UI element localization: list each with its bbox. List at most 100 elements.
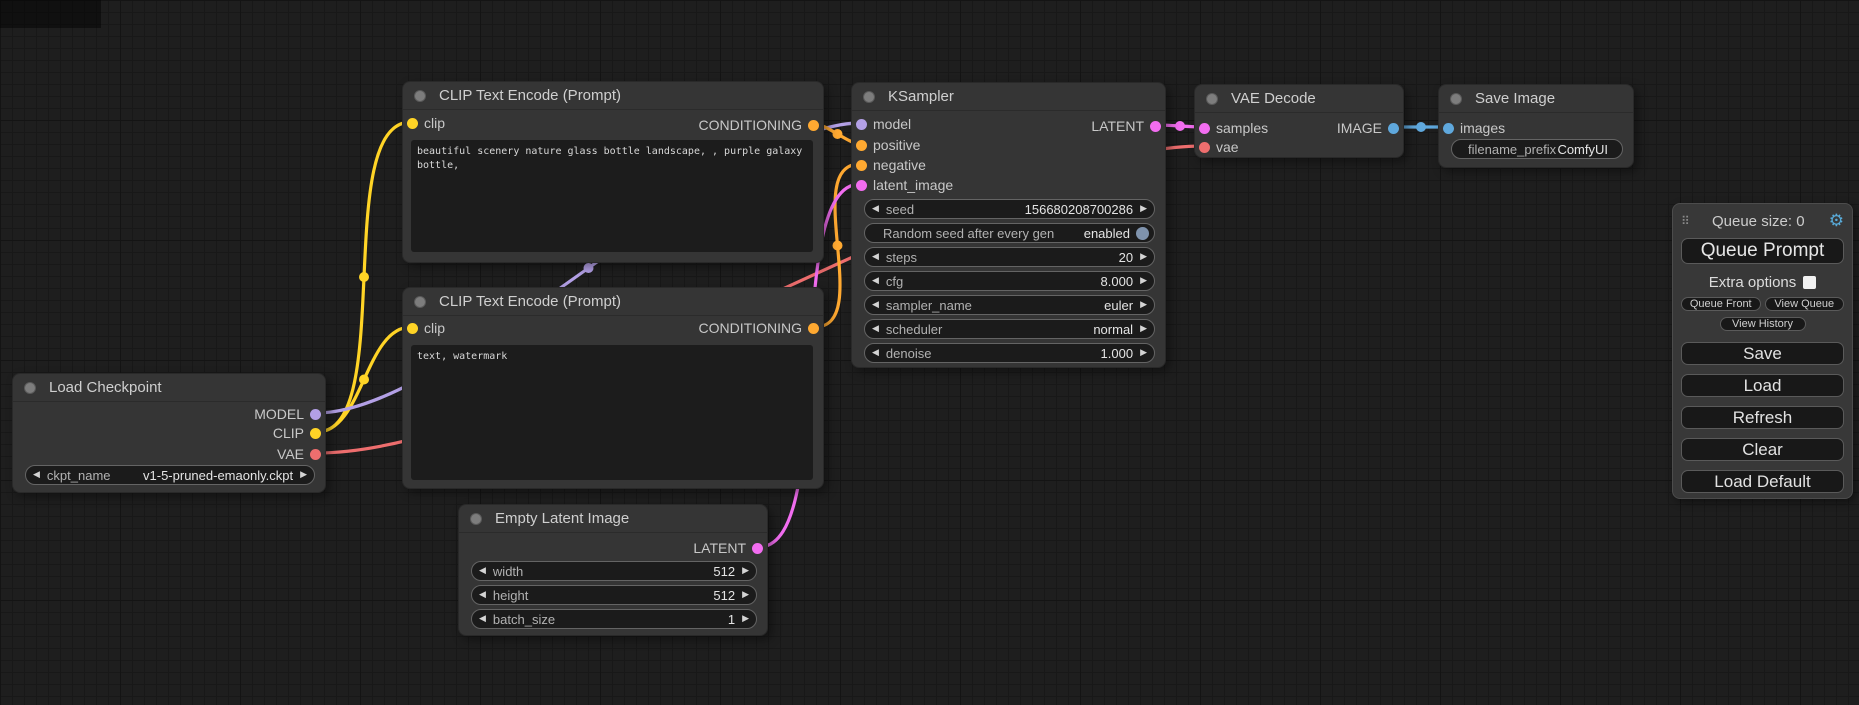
widget-random-seed-after-every-gen[interactable]: Random seed after every genenabled (864, 223, 1155, 243)
widget-value: ComfyUI (1557, 142, 1622, 157)
output-dot-latent[interactable] (752, 543, 763, 554)
queue-panel: ⠿ Queue size: 0 ⚙ Queue Prompt Extra opt… (1672, 203, 1853, 499)
widget-batch_size[interactable]: ◀batch_size1▶ (471, 609, 757, 629)
widget-value: 20 (1119, 250, 1133, 265)
widget-steps[interactable]: ◀steps20▶ (864, 247, 1155, 267)
increment-arrow-icon[interactable]: ▶ (1133, 272, 1154, 290)
output-label: VAE (277, 446, 304, 462)
widget-value: 512 (713, 564, 735, 579)
output-slot-image: IMAGE (1223, 119, 1403, 137)
node-vae-decode[interactable]: VAE DecodesamplesvaeIMAGE (1194, 84, 1404, 158)
collapse-dot-icon[interactable] (414, 90, 426, 102)
input-dot-vae[interactable] (1199, 142, 1210, 153)
gear-icon[interactable]: ⚙ (1829, 213, 1844, 230)
widget-height[interactable]: ◀height512▶ (471, 585, 757, 605)
clear-button[interactable]: Clear (1681, 438, 1844, 461)
node-ksampler[interactable]: KSamplermodelpositivenegativelatent_imag… (851, 82, 1166, 368)
input-dot-positive[interactable] (856, 140, 867, 151)
view-queue-button[interactable]: View Queue (1765, 297, 1845, 311)
decrement-arrow-icon[interactable]: ◀ (472, 562, 493, 580)
output-dot-model[interactable] (310, 409, 321, 420)
increment-arrow-icon[interactable]: ▶ (1133, 320, 1154, 338)
input-dot-clip[interactable] (407, 323, 418, 334)
collapse-dot-icon[interactable] (24, 382, 36, 394)
node-graph-canvas[interactable]: Load CheckpointMODELCLIPVAE◀ckpt_namev1-… (0, 0, 1859, 705)
input-dot-model[interactable] (856, 119, 867, 130)
node-title-label: CLIP Text Encode (Prompt) (439, 293, 621, 310)
node-clip-text-encode-positive[interactable]: CLIP Text Encode (Prompt)clipCONDITIONIN… (402, 81, 824, 263)
refresh-button[interactable]: Refresh (1681, 406, 1844, 429)
drag-handle-icon[interactable]: ⠿ (1681, 214, 1688, 228)
save-button[interactable]: Save (1681, 342, 1844, 365)
decrement-arrow-icon[interactable]: ◀ (865, 200, 886, 218)
output-label: LATENT (693, 540, 746, 556)
output-dot-clip[interactable] (310, 428, 321, 439)
decrement-arrow-icon[interactable]: ◀ (865, 320, 886, 338)
decrement-arrow-icon[interactable]: ◀ (865, 344, 886, 362)
view-history-button[interactable]: View History (1720, 317, 1806, 331)
wire-midpoint-dot (359, 272, 369, 282)
collapse-dot-icon[interactable] (1206, 93, 1218, 105)
increment-arrow-icon[interactable]: ▶ (1133, 200, 1154, 218)
node-title: Load Checkpoint (13, 374, 325, 402)
output-slot-vae: VAE (145, 445, 325, 463)
increment-arrow-icon[interactable]: ▶ (1133, 248, 1154, 266)
decrement-arrow-icon[interactable]: ◀ (472, 610, 493, 628)
widget-cfg[interactable]: ◀cfg8.000▶ (864, 271, 1155, 291)
node-save-image[interactable]: Save Imageimagesfilename_prefixComfyUI (1438, 84, 1634, 168)
decrement-arrow-icon[interactable]: ◀ (472, 586, 493, 604)
decrement-arrow-icon[interactable]: ◀ (865, 272, 886, 290)
load-button[interactable]: Load (1681, 374, 1844, 397)
node-load-checkpoint[interactable]: Load CheckpointMODELCLIPVAE◀ckpt_namev1-… (12, 373, 326, 493)
increment-arrow-icon[interactable]: ▶ (1133, 296, 1154, 314)
collapse-dot-icon[interactable] (414, 296, 426, 308)
output-dot-image[interactable] (1388, 123, 1399, 134)
output-dot-conditioning[interactable] (808, 120, 819, 131)
increment-arrow-icon[interactable]: ▶ (293, 466, 314, 484)
collapse-dot-icon[interactable] (1450, 93, 1462, 105)
output-dot-latent[interactable] (1150, 121, 1161, 132)
queue-size-label: Queue size: 0 (1688, 213, 1829, 230)
queue-prompt-button[interactable]: Queue Prompt (1681, 238, 1844, 264)
input-dot-clip[interactable] (407, 118, 418, 129)
prompt-text-area[interactable]: beautiful scenery nature glass bottle la… (411, 140, 813, 252)
output-dot-conditioning[interactable] (808, 323, 819, 334)
decrement-arrow-icon[interactable]: ◀ (865, 296, 886, 314)
input-dot-images[interactable] (1443, 123, 1454, 134)
toggle-dot[interactable] (1136, 227, 1149, 240)
widget-value: 512 (713, 588, 735, 603)
increment-arrow-icon[interactable]: ▶ (735, 586, 756, 604)
input-dot-latent_image[interactable] (856, 180, 867, 191)
increment-arrow-icon[interactable]: ▶ (735, 610, 756, 628)
wire-midpoint-dot (359, 375, 369, 385)
widget-filename_prefix[interactable]: filename_prefixComfyUI (1451, 139, 1623, 159)
output-slot-latent: LATENT (587, 539, 767, 557)
load-default-button[interactable]: Load Default (1681, 470, 1844, 493)
widget-denoise[interactable]: ◀denoise1.000▶ (864, 343, 1155, 363)
input-label: latent_image (873, 177, 953, 193)
queue-front-button[interactable]: Queue Front (1681, 297, 1761, 311)
output-label: IMAGE (1337, 120, 1382, 136)
widget-sampler_name[interactable]: ◀sampler_nameeuler▶ (864, 295, 1155, 315)
input-label: positive (873, 137, 920, 153)
widget-width[interactable]: ◀width512▶ (471, 561, 757, 581)
widget-scheduler[interactable]: ◀schedulernormal▶ (864, 319, 1155, 339)
node-clip-text-encode-negative[interactable]: CLIP Text Encode (Prompt)clipCONDITIONIN… (402, 287, 824, 489)
widget-ckpt_name[interactable]: ◀ckpt_namev1-5-pruned-emaonly.ckpt▶ (25, 465, 315, 485)
input-dot-samples[interactable] (1199, 123, 1210, 134)
increment-arrow-icon[interactable]: ▶ (1133, 344, 1154, 362)
widget-seed[interactable]: ◀seed156680208700286▶ (864, 199, 1155, 219)
decrement-arrow-icon[interactable]: ◀ (865, 248, 886, 266)
input-dot-negative[interactable] (856, 160, 867, 171)
extra-options-checkbox[interactable] (1803, 276, 1816, 289)
collapse-dot-icon[interactable] (470, 513, 482, 525)
widget-value: 8.000 (1101, 274, 1134, 289)
decrement-arrow-icon[interactable]: ◀ (26, 466, 47, 484)
output-dot-vae[interactable] (310, 449, 321, 460)
node-title: KSampler (852, 83, 1165, 111)
prompt-text-area[interactable]: text, watermark (411, 345, 813, 480)
increment-arrow-icon[interactable]: ▶ (735, 562, 756, 580)
widget-label: scheduler (886, 322, 942, 337)
collapse-dot-icon[interactable] (863, 91, 875, 103)
node-empty-latent-image[interactable]: Empty Latent ImageLATENT◀width512▶◀heigh… (458, 504, 768, 636)
